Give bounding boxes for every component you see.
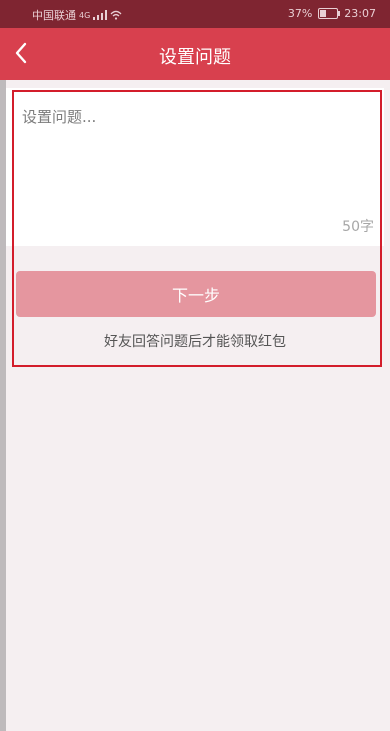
page-title: 设置问题 xyxy=(159,47,231,68)
char-counter: 50字 xyxy=(342,219,374,235)
hint-text: 好友回答问题后才能领取红包 xyxy=(104,334,286,350)
battery-fill xyxy=(320,10,327,17)
nav-bar: 设置问题 xyxy=(0,28,390,80)
battery-icon xyxy=(318,8,341,19)
status-bar-left: 中国联通 4G xyxy=(32,7,122,23)
clock: 23:07 xyxy=(344,7,376,20)
carrier-label: 中国联通 xyxy=(32,9,76,22)
next-button[interactable]: 下一步 xyxy=(16,271,376,317)
app-page: 中国联通 4G 37% 23:07 设置问题 设置问题... 50字 下一步 好… xyxy=(0,0,390,731)
status-bar-right: 37% 23:07 xyxy=(288,7,376,20)
network-label: 4G xyxy=(79,10,91,20)
battery-percent: 37% xyxy=(287,7,313,20)
status-bar: 中国联通 4G 37% 23:07 xyxy=(0,0,390,28)
wifi-icon xyxy=(110,10,122,20)
signal-icon xyxy=(93,10,108,20)
question-input[interactable] xyxy=(20,104,354,218)
